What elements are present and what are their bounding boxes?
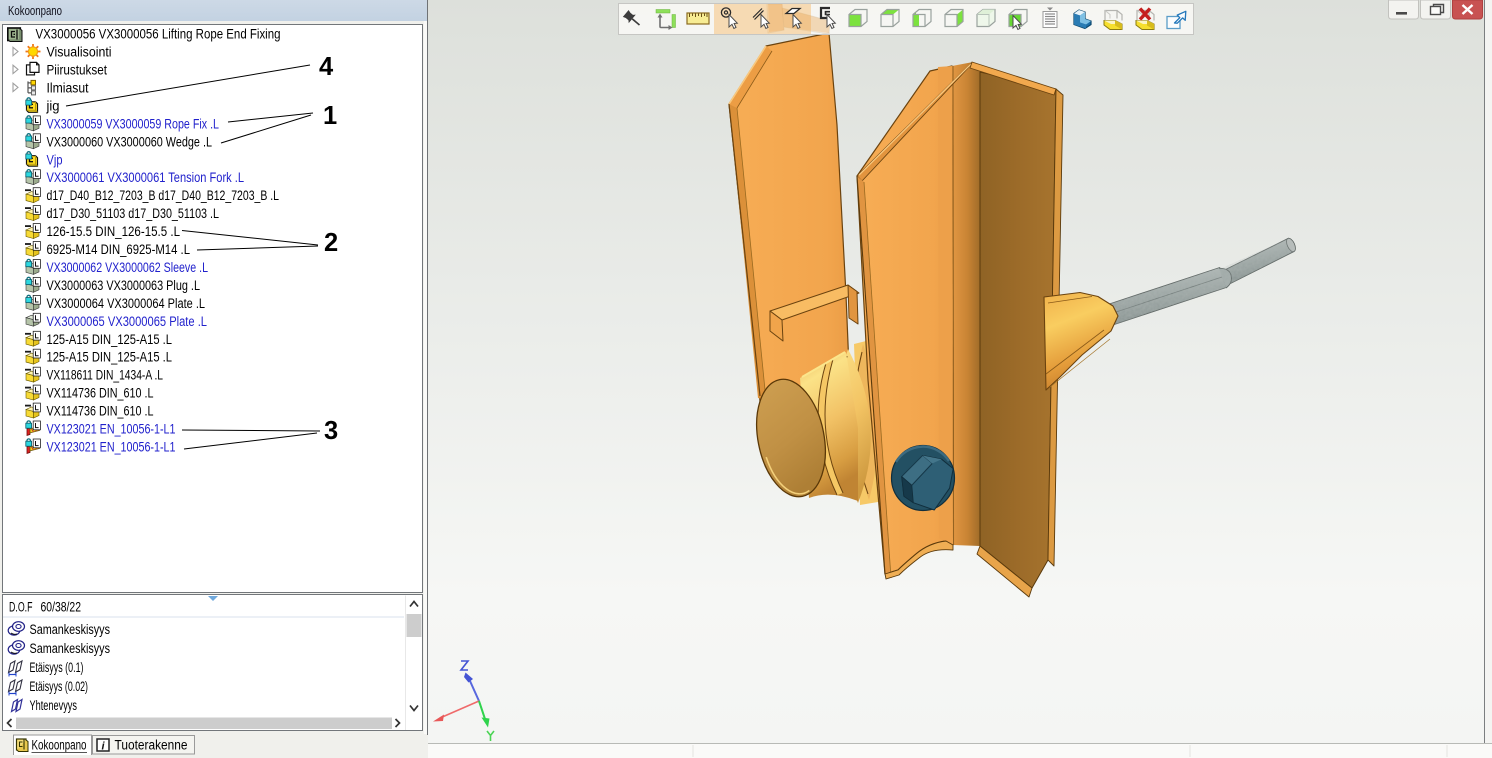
svg-text:6925-M14 DIN_6925-M14 .L: 6925-M14 DIN_6925-M14 .L (47, 242, 191, 257)
svg-text:Yhtenevyys: Yhtenevyys (30, 698, 78, 713)
svg-text:Visualisointi: Visualisointi (47, 45, 112, 60)
svg-text:Tuoterakenne: Tuoterakenne (115, 738, 188, 753)
svg-text:d17_D40_B12_7203_B d17_D40_B12: d17_D40_B12_7203_B d17_D40_B12_7203_B .L (47, 188, 280, 203)
svg-text:VX3000056 VX3000056 Lifting Ro: VX3000056 VX3000056 Lifting Rope End Fix… (36, 27, 281, 42)
svg-text:Piirustukset: Piirustukset (47, 63, 108, 78)
svg-text:VX3000064 VX3000064 Plate .L: VX3000064 VX3000064 Plate .L (47, 296, 206, 311)
svg-text:Kokoonpano: Kokoonpano (32, 738, 87, 753)
svg-text:Samankeskisyys: Samankeskisyys (30, 641, 111, 656)
svg-text:Etäisyys (0.1): Etäisyys (0.1) (30, 660, 84, 675)
svg-text:VX3000063 VX3000063 Plug .L: VX3000063 VX3000063 Plug .L (47, 278, 201, 293)
svg-text:1: 1 (323, 102, 337, 130)
svg-text:125-A15 DIN_125-A15 .L: 125-A15 DIN_125-A15 .L (47, 350, 173, 365)
svg-text:VX114736 DIN_610 .L: VX114736 DIN_610 .L (47, 404, 154, 419)
svg-text:jig: jig (46, 98, 60, 113)
svg-text:VX3000062 VX3000062 Sleeve .L: VX3000062 VX3000062 Sleeve .L (47, 260, 209, 275)
svg-text:4: 4 (319, 53, 334, 81)
svg-text:VX114736 DIN_610 .L: VX114736 DIN_610 .L (47, 386, 154, 401)
svg-text:Ilmiasut: Ilmiasut (47, 81, 89, 96)
svg-text:Vjp: Vjp (47, 152, 63, 167)
svg-text:VX123021 EN_10056-1-L1: VX123021 EN_10056-1-L1 (47, 440, 176, 455)
svg-text:Kokoonpano: Kokoonpano (8, 3, 62, 18)
svg-text:60/38/22: 60/38/22 (41, 600, 82, 615)
svg-text:126-15.5 DIN_126-15.5 .L: 126-15.5 DIN_126-15.5 .L (47, 224, 181, 239)
svg-text:VX123021 EN_10056-1-L1: VX123021 EN_10056-1-L1 (47, 422, 176, 437)
svg-text:VX118611 DIN_1434-A .L: VX118611 DIN_1434-A .L (47, 368, 164, 383)
svg-text:VX3000059 VX3000059 Rope Fix .: VX3000059 VX3000059 Rope Fix .L (47, 116, 220, 131)
svg-text:Samankeskisyys: Samankeskisyys (30, 622, 111, 637)
svg-text:Etäisyys (0.02): Etäisyys (0.02) (30, 679, 89, 694)
svg-text:d17_D30_51103 d17_D30_51103 .L: d17_D30_51103 d17_D30_51103 .L (47, 206, 220, 221)
svg-text:125-A15 DIN_125-A15 .L: 125-A15 DIN_125-A15 .L (47, 332, 173, 347)
svg-text:2: 2 (324, 229, 338, 257)
svg-text:VX3000065 VX3000065 Plate .L: VX3000065 VX3000065 Plate .L (47, 314, 208, 329)
svg-text:VX3000060 VX3000060 Wedge .L: VX3000060 VX3000060 Wedge .L (47, 134, 213, 149)
svg-text:3: 3 (324, 417, 338, 445)
svg-text:VX3000061 VX3000061 Tension Fo: VX3000061 VX3000061 Tension Fork .L (47, 170, 245, 185)
svg-text:D.O.F: D.O.F (9, 600, 33, 615)
